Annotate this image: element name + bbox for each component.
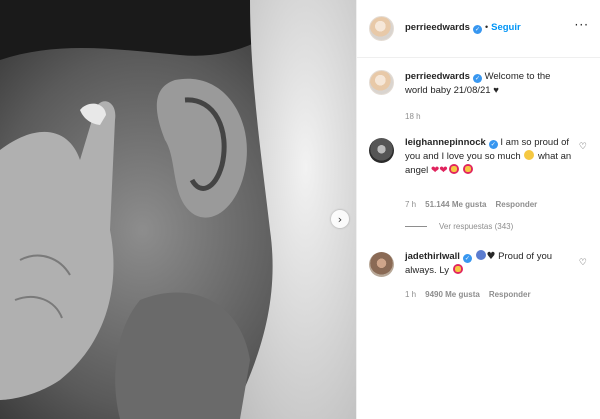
like-comment-heart-icon[interactable]: ♡ bbox=[579, 142, 587, 152]
caption-avatar[interactable] bbox=[369, 70, 394, 95]
newborn-photo-image bbox=[0, 0, 356, 419]
verified-badge-icon: ✓ bbox=[472, 74, 482, 83]
red-heart-emoji-icon: ❤ bbox=[439, 165, 448, 176]
carousel-next-button[interactable]: › bbox=[331, 210, 349, 228]
author-avatar[interactable] bbox=[369, 16, 394, 41]
chevron-right-icon: › bbox=[337, 212, 343, 226]
star-eyes-emoji-icon bbox=[448, 164, 459, 174]
commenter-username[interactable]: jadethirlwall bbox=[405, 251, 460, 262]
grin-emoji-icon bbox=[524, 150, 535, 160]
commenter-avatar[interactable] bbox=[369, 138, 394, 163]
verified-badge-icon: ✓ bbox=[462, 254, 472, 263]
more-options-icon[interactable]: ··· bbox=[575, 18, 589, 32]
black-heart-emoji-icon: ♥ bbox=[486, 251, 496, 262]
comment-text-block: leighannepinnock ✓ I am so proud of you a… bbox=[405, 136, 573, 178]
comment-text-block: jadethirlwall ✓ ♥ Proud of you always. Ly bbox=[405, 250, 573, 278]
view-replies-label: Ver respuestas (343) bbox=[439, 222, 514, 231]
like-comment-heart-icon[interactable]: ♡ bbox=[579, 258, 587, 268]
star-eyes-emoji-icon bbox=[463, 164, 474, 174]
verified-badge-icon: ✓ bbox=[488, 140, 498, 149]
commenter-username[interactable]: leighannepinnock bbox=[405, 137, 486, 148]
comment-likes[interactable]: 51.144 Me gusta bbox=[425, 200, 486, 209]
post-header: perrieedwards ✓ • Seguir ··· bbox=[357, 0, 600, 58]
comment-age: 7 h bbox=[405, 200, 417, 209]
caption-text-block: perrieedwards ✓ Welcome to the world baby… bbox=[405, 70, 573, 98]
crying-emoji-icon bbox=[475, 250, 486, 260]
reply-button[interactable]: Responder bbox=[489, 290, 531, 299]
post-side-panel: perrieedwards ✓ • Seguir ··· perrieedwards ✓… bbox=[356, 0, 600, 419]
author-line: perrieedwards ✓ • Seguir bbox=[405, 22, 521, 34]
follow-button[interactable]: Seguir bbox=[491, 22, 521, 33]
comment-meta: 7 h 51.144 Me gusta Responder bbox=[405, 200, 537, 209]
comment-age: 1 h bbox=[405, 290, 417, 299]
commenter-avatar[interactable] bbox=[369, 252, 394, 277]
separator-dot: • bbox=[484, 22, 489, 32]
caption-age: 18 h bbox=[405, 112, 421, 121]
replies-divider-line bbox=[405, 226, 427, 228]
author-username[interactable]: perrieedwards bbox=[405, 22, 470, 33]
reply-button[interactable]: Responder bbox=[496, 200, 538, 209]
caption-username[interactable]: perrieedwards bbox=[405, 71, 470, 82]
sparkle-emoji-icon bbox=[452, 264, 463, 274]
comment-likes[interactable]: 9490 Me gusta bbox=[425, 290, 480, 299]
post-photo[interactable]: › bbox=[0, 0, 356, 419]
view-replies-button[interactable]: Ver respuestas (343) bbox=[405, 222, 513, 231]
verified-badge-icon: ✓ bbox=[472, 25, 482, 34]
comment-meta: 1 h 9490 Me gusta Responder bbox=[405, 290, 531, 299]
